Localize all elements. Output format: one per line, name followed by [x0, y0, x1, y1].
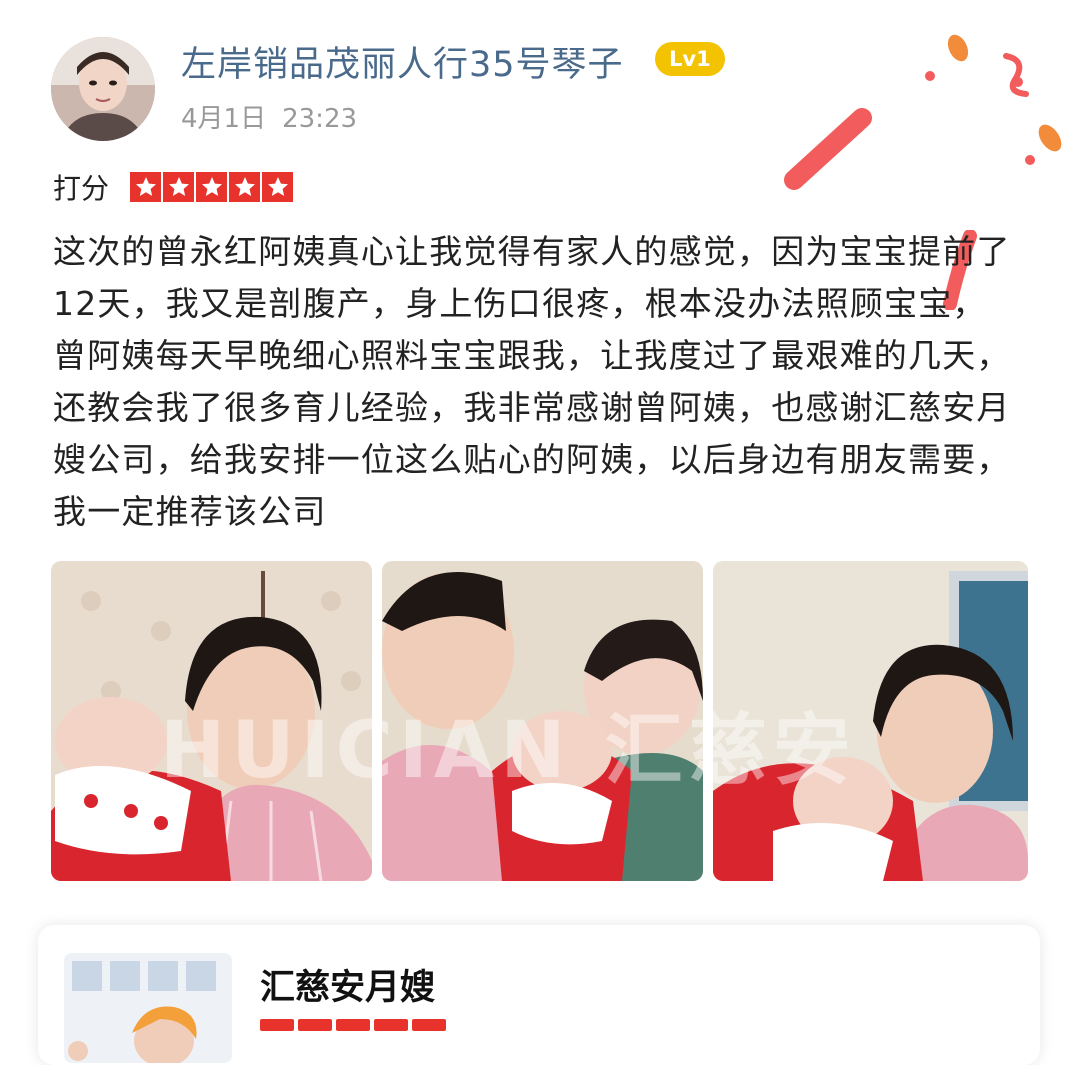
review-time: 23:23	[282, 104, 358, 134]
business-rating-stars	[260, 1019, 446, 1031]
confetti-decoration	[784, 34, 1062, 190]
review-photo-2[interactable]	[382, 561, 703, 881]
review-photo-1[interactable]	[51, 561, 372, 881]
rating-star-icon	[229, 172, 260, 202]
review-text: 这次的曾永红阿姨真心让我觉得有家人的感觉，因为宝宝提前了12天，我又是剖腹产，身…	[53, 232, 1011, 531]
rating-star-icon	[163, 172, 194, 202]
rating-star-icon	[130, 172, 161, 202]
level-badge: Lv1	[655, 42, 725, 76]
business-name[interactable]: 汇慈安月嫂	[260, 959, 435, 1010]
business-card[interactable]: 汇慈安月嫂	[38, 925, 1040, 1065]
user-avatar[interactable]	[51, 37, 155, 141]
avatar-image	[51, 37, 155, 141]
rating-star-icon	[262, 172, 293, 202]
photo-nanny-baby-window-icon	[713, 561, 1028, 881]
rating-star-icon	[196, 172, 227, 202]
business-thumbnail	[64, 953, 232, 1063]
photo-nanny-with-baby-icon	[51, 561, 372, 881]
photo-nanny-mother-baby-icon	[382, 561, 703, 881]
review-photo-3[interactable]	[713, 561, 1028, 881]
review-date: 4月1日	[181, 104, 267, 134]
business-thumbnail-icon	[64, 953, 232, 1063]
rating-stars	[130, 172, 293, 202]
username[interactable]: 左岸销品茂丽人行35号琴子	[181, 36, 624, 87]
review-timestamp: 4月1日 23:23	[181, 98, 373, 135]
rating-label: 打分	[53, 172, 110, 205]
